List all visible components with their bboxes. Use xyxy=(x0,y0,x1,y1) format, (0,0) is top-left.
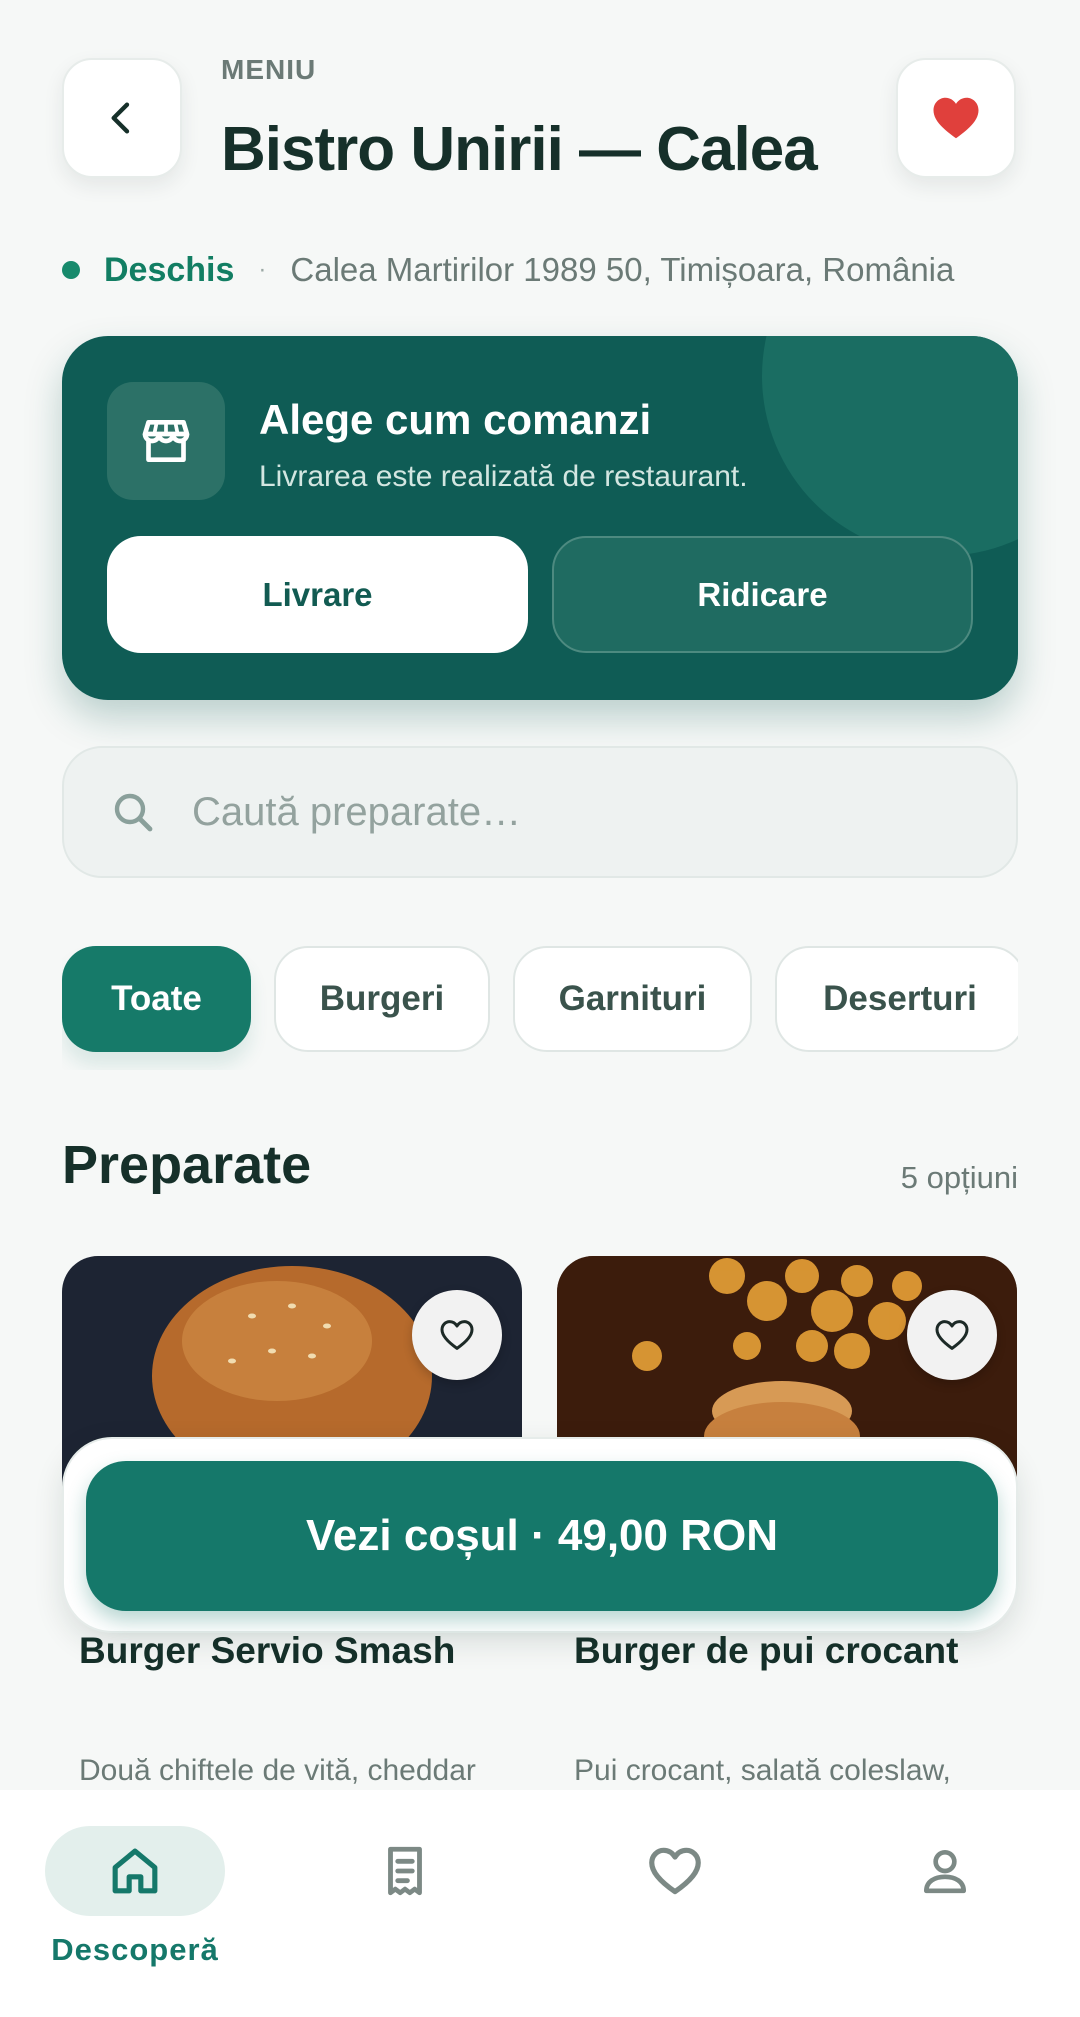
nav-pill xyxy=(855,1826,1035,1916)
section-count: 5 opțiuni xyxy=(900,1160,1018,1195)
section-title: Preparate xyxy=(62,1135,312,1195)
nav-item-favorites[interactable] xyxy=(585,1826,765,1976)
restaurant-address: Calea Martirilor 1989 50, Timișoara, Rom… xyxy=(290,251,955,288)
chip-toate[interactable]: Toate xyxy=(62,946,251,1052)
nav-pill xyxy=(585,1826,765,1916)
home-icon xyxy=(112,1848,158,1894)
bottom-navigation: Descoperă xyxy=(0,1790,1080,2017)
order-mode-title: Alege cum comanzi xyxy=(259,396,652,443)
open-status-dot xyxy=(62,261,80,279)
product-name: Burger Servio Smash xyxy=(79,1630,456,1671)
product-description: Pui crocant, salată coleslaw, xyxy=(574,1754,951,1787)
favorite-button[interactable] xyxy=(412,1290,502,1380)
back-button[interactable] xyxy=(62,58,182,178)
nav-pill xyxy=(315,1826,495,1916)
decorative-circle xyxy=(762,336,1018,556)
open-status-label: Deschis xyxy=(104,250,235,289)
nav-item-profile[interactable] xyxy=(855,1826,1035,1976)
restaurant-status-row: Deschis · Calea Martirilor 1989 50, Timi… xyxy=(62,245,954,295)
favorite-restaurant-button[interactable] xyxy=(896,58,1016,178)
nav-label-discover: Descoperă xyxy=(51,1932,219,1967)
chevron-left-icon xyxy=(111,102,130,134)
chip-deserturi[interactable]: Deserturi xyxy=(775,946,1018,1052)
heart-filled-icon xyxy=(933,97,979,139)
chip-garnituri[interactable]: Garnituri xyxy=(513,946,752,1052)
order-mode-card: Alege cum comanzi Livrarea este realizat… xyxy=(62,336,1018,700)
nav-item-orders[interactable] xyxy=(315,1826,495,1976)
heart-outline-icon xyxy=(649,1847,701,1895)
receipt-icon xyxy=(388,1846,422,1896)
heart-outline-icon xyxy=(440,1320,474,1350)
nav-pill-active xyxy=(45,1826,225,1916)
page-title: Bistro Unirii — Calea xyxy=(221,115,818,184)
nav-item-discover[interactable]: Descoperă xyxy=(45,1826,225,1976)
delivery-option-button[interactable]: Livrare xyxy=(107,536,528,653)
favorite-button[interactable] xyxy=(907,1290,997,1380)
store-icon xyxy=(142,420,190,462)
search-input[interactable] xyxy=(192,748,972,876)
view-cart-button[interactable]: Vezi coșul · 49,00 RON xyxy=(86,1461,998,1611)
heart-outline-icon xyxy=(935,1320,969,1350)
product-description: Două chiftele de vită, cheddar xyxy=(79,1754,476,1787)
order-mode-subtitle: Livrarea este realizată de restaurant. xyxy=(259,460,748,493)
pickup-option-button[interactable]: Ridicare xyxy=(552,536,973,653)
status-separator: · xyxy=(258,256,267,283)
user-icon xyxy=(924,1850,966,1894)
page-overline: MENIU xyxy=(221,54,317,85)
cart-bar: Vezi coșul · 49,00 RON xyxy=(62,1437,1018,1633)
search-icon xyxy=(114,793,153,832)
chip-burgeri[interactable]: Burgeri xyxy=(274,946,490,1052)
search-bar xyxy=(62,746,1018,878)
store-icon-box xyxy=(107,382,225,500)
product-name: Burger de pui crocant xyxy=(574,1630,959,1671)
category-chips: Toate Burgeri Garnituri Deserturi xyxy=(62,946,1018,1070)
